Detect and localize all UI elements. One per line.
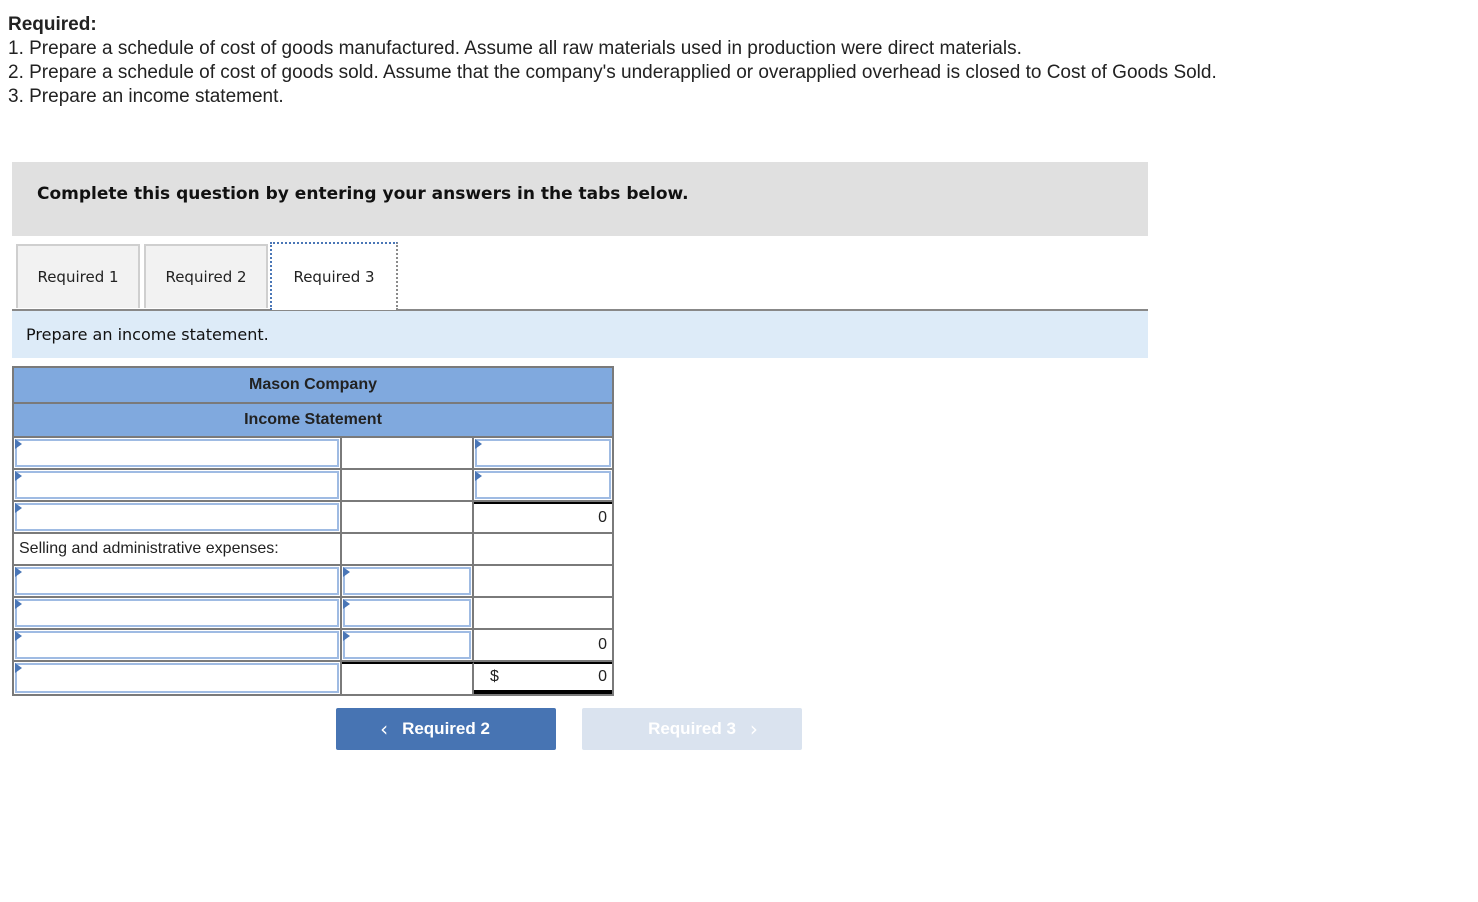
amount-input-3[interactable] xyxy=(345,569,469,593)
empty-cell xyxy=(342,662,474,694)
requirement-3: 3. Prepare an income statement. xyxy=(8,86,284,107)
amount-input-4[interactable] xyxy=(345,601,469,625)
account-select-2[interactable] xyxy=(17,473,337,497)
tab-bar: Required 1 Required 2 Required 3 xyxy=(12,242,1148,311)
empty-cell xyxy=(474,598,612,628)
next-tab-label: Required 3 xyxy=(648,719,736,738)
table-row: $ 0 xyxy=(14,662,612,694)
company-name: Mason Company xyxy=(14,368,612,404)
subtotal-cell: 0 xyxy=(474,630,612,660)
account-select-4[interactable] xyxy=(17,569,337,593)
account-select-7[interactable] xyxy=(17,665,337,691)
tab-required-2[interactable]: Required 2 xyxy=(144,244,268,308)
prompt-banner: Prepare an income statement. xyxy=(12,311,1148,358)
dropdown-flag-icon xyxy=(15,599,22,609)
gross-margin-value: 0 xyxy=(598,509,607,526)
account-select-6[interactable] xyxy=(17,633,337,657)
chevron-left-icon: ‹ xyxy=(380,717,389,741)
empty-cell xyxy=(342,470,474,500)
dropdown-flag-icon xyxy=(343,631,350,641)
dropdown-flag-icon xyxy=(475,471,482,481)
dropdown-flag-icon xyxy=(15,471,22,481)
empty-cell xyxy=(474,534,612,564)
instruction-banner: Complete this question by entering your … xyxy=(12,162,1148,236)
chevron-right-icon: › xyxy=(749,717,758,741)
dropdown-flag-icon xyxy=(15,503,22,513)
selling-admin-label: Selling and administrative expenses: xyxy=(14,534,342,564)
prompt-text: Prepare an income statement. xyxy=(26,325,269,344)
required-heading: Required: xyxy=(8,14,97,35)
requirement-2: 2. Prepare a schedule of cost of goods s… xyxy=(8,62,1217,83)
dropdown-flag-icon xyxy=(475,439,482,449)
income-statement-table: Mason Company Income Statement 0 Selling… xyxy=(12,366,614,696)
table-row: 0 xyxy=(14,630,612,662)
dropdown-flag-icon xyxy=(15,631,22,641)
prev-tab-button[interactable]: ‹ Required 2 › xyxy=(336,708,556,750)
dropdown-flag-icon xyxy=(15,663,22,673)
prev-tab-label: Required 2 xyxy=(402,719,490,738)
empty-cell xyxy=(474,566,612,596)
dropdown-flag-icon xyxy=(343,599,350,609)
currency-symbol: $ xyxy=(490,668,499,685)
subtotal-cell: 0 xyxy=(474,502,612,532)
table-row xyxy=(14,566,612,598)
table-row xyxy=(14,438,612,470)
amount-input-1[interactable] xyxy=(477,441,609,465)
requirements-text: Required: 1. Prepare a schedule of cost … xyxy=(8,13,1258,109)
statement-title: Income Statement xyxy=(14,404,612,438)
total-sa-value: 0 xyxy=(598,636,607,653)
empty-cell xyxy=(342,534,474,564)
table-row: Selling and administrative expenses: xyxy=(14,534,612,566)
tab-required-3[interactable]: Required 3 xyxy=(270,242,398,310)
dropdown-flag-icon xyxy=(343,567,350,577)
account-select-5[interactable] xyxy=(17,601,337,625)
table-row xyxy=(14,470,612,502)
amount-input-2[interactable] xyxy=(477,473,609,497)
next-tab-button[interactable]: ‹ Required 3 › xyxy=(582,708,802,750)
account-select-1[interactable] xyxy=(17,441,337,465)
empty-cell xyxy=(342,438,474,468)
table-row: 0 xyxy=(14,502,612,534)
empty-cell xyxy=(342,502,474,532)
tab-required-1[interactable]: Required 1 xyxy=(16,244,140,308)
total-cell: $ 0 xyxy=(474,662,612,694)
amount-input-5[interactable] xyxy=(345,633,469,657)
account-select-3[interactable] xyxy=(17,505,337,529)
net-income-value: 0 xyxy=(598,668,607,685)
table-row xyxy=(14,598,612,630)
dropdown-flag-icon xyxy=(15,439,22,449)
instruction-text: Complete this question by entering your … xyxy=(37,184,689,204)
requirement-1: 1. Prepare a schedule of cost of goods m… xyxy=(8,38,1022,59)
dropdown-flag-icon xyxy=(15,567,22,577)
